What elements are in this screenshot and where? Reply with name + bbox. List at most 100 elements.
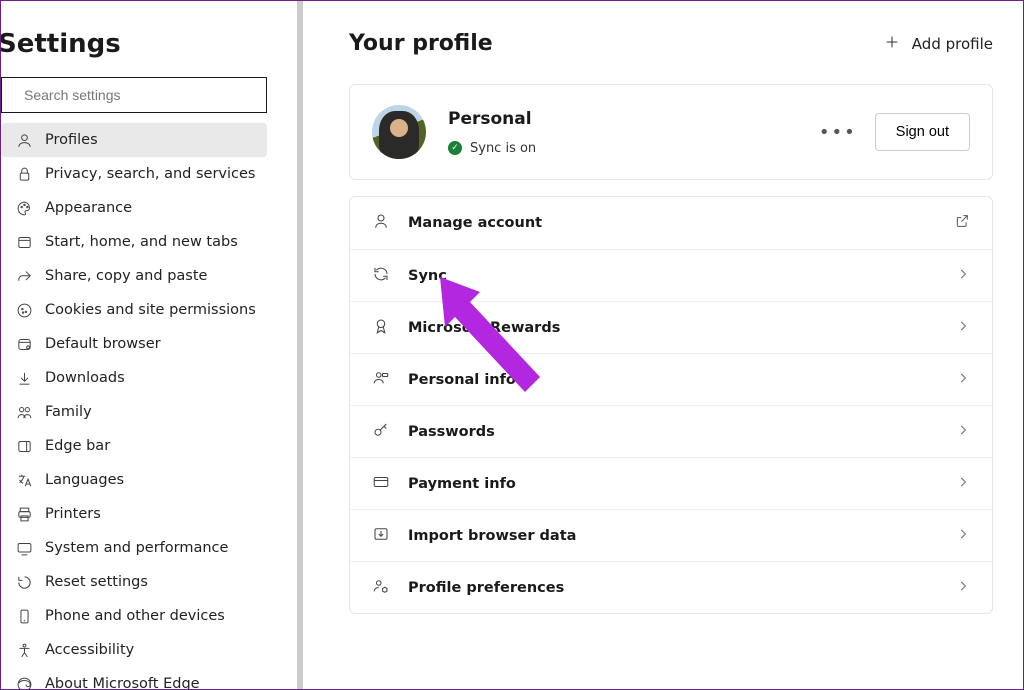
chevron-right-icon: [956, 475, 970, 493]
sidebar-item-label: Start, home, and new tabs: [45, 234, 238, 250]
sidebar-item-label: About Microsoft Edge: [45, 676, 200, 689]
manage-account-icon: [372, 212, 390, 234]
sidebar-item-privacy[interactable]: Privacy, search, and services: [1, 157, 267, 191]
sidebar-item-label: Privacy, search, and services: [45, 166, 255, 182]
sidebar-item-label: Profiles: [45, 132, 98, 148]
external-link-icon: [954, 213, 970, 233]
profile-menu-card: Manage account Sync Microsoft Rewards Pe…: [349, 196, 993, 614]
browser-icon: [15, 336, 33, 353]
sidebar-item-label: Edge bar: [45, 438, 110, 454]
sidebar-item-accessibility[interactable]: Accessibility: [1, 633, 267, 667]
content-area: Your profile Add profile Personal ✓ Sync…: [303, 1, 1023, 689]
profile-icon: [15, 132, 33, 149]
menu-import[interactable]: Import browser data: [350, 509, 992, 561]
sidebar-item-label: Cookies and site permissions: [45, 302, 256, 318]
sync-check-icon: ✓: [448, 141, 462, 155]
search-input[interactable]: [24, 87, 254, 103]
plus-icon: [884, 34, 900, 54]
chevron-right-icon: [956, 371, 970, 389]
sidebar-item-edge-bar[interactable]: Edge bar: [1, 429, 267, 463]
menu-label: Passwords: [408, 424, 938, 440]
avatar: [372, 105, 426, 159]
add-profile-label: Add profile: [912, 35, 993, 53]
sidebar-item-family[interactable]: Family: [1, 395, 267, 429]
menu-personal-info[interactable]: Personal info: [350, 353, 992, 405]
sidebar-item-cookies[interactable]: Cookies and site permissions: [1, 293, 267, 327]
sidebar-item-languages[interactable]: Languages: [1, 463, 267, 497]
sidebar-item-label: System and performance: [45, 540, 228, 556]
sidebar-item-appearance[interactable]: Appearance: [1, 191, 267, 225]
more-actions-button[interactable]: •••: [819, 122, 857, 143]
rewards-icon: [372, 317, 390, 339]
sidebar-item-label: Phone and other devices: [45, 608, 225, 624]
cookie-icon: [15, 302, 33, 319]
sidebar-item-start[interactable]: Start, home, and new tabs: [1, 225, 267, 259]
lock-icon: [15, 166, 33, 183]
chevron-right-icon: [956, 267, 970, 285]
menu-manage-account[interactable]: Manage account: [350, 197, 992, 249]
sidebar-item-about[interactable]: About Microsoft Edge: [1, 667, 267, 689]
sidebar-item-label: Default browser: [45, 336, 161, 352]
add-profile-button[interactable]: Add profile: [884, 34, 993, 54]
menu-rewards[interactable]: Microsoft Rewards: [350, 301, 992, 353]
printer-icon: [15, 506, 33, 523]
menu-label: Manage account: [408, 215, 936, 231]
palette-icon: [15, 200, 33, 217]
menu-profile-preferences[interactable]: Profile preferences: [350, 561, 992, 613]
sidebar-item-label: Downloads: [45, 370, 125, 386]
sidebar-item-label: Languages: [45, 472, 124, 488]
profile-card: Personal ✓ Sync is on ••• Sign out: [349, 84, 993, 180]
import-icon: [372, 525, 390, 547]
chevron-right-icon: [956, 579, 970, 597]
menu-label: Import browser data: [408, 528, 938, 544]
sign-out-button[interactable]: Sign out: [875, 113, 970, 151]
chevron-right-icon: [956, 423, 970, 441]
reset-icon: [15, 574, 33, 591]
accessibility-icon: [15, 642, 33, 659]
sync-icon: [372, 265, 390, 287]
download-icon: [15, 370, 33, 387]
menu-sync[interactable]: Sync: [350, 249, 992, 301]
sidebar-nav: Profiles Privacy, search, and services A…: [1, 123, 297, 689]
key-icon: [372, 421, 390, 443]
sidebar-item-label: Reset settings: [45, 574, 148, 590]
card-icon: [372, 473, 390, 495]
menu-label: Personal info: [408, 372, 938, 388]
sidebar-item-label: Appearance: [45, 200, 132, 216]
share-icon: [15, 268, 33, 285]
menu-payment-info[interactable]: Payment info: [350, 457, 992, 509]
chevron-right-icon: [956, 319, 970, 337]
settings-sidebar: Settings Profiles Privacy, search, and s…: [1, 1, 303, 689]
phone-icon: [15, 608, 33, 625]
family-icon: [15, 404, 33, 421]
edge-logo-icon: [15, 676, 33, 690]
search-box[interactable]: [1, 77, 267, 113]
sidebar-item-downloads[interactable]: Downloads: [1, 361, 267, 395]
sidebar-item-system[interactable]: System and performance: [1, 531, 267, 565]
menu-label: Microsoft Rewards: [408, 320, 938, 336]
sidebar-item-printers[interactable]: Printers: [1, 497, 267, 531]
sidebar-item-share[interactable]: Share, copy and paste: [1, 259, 267, 293]
home-tab-icon: [15, 234, 33, 251]
preferences-icon: [372, 577, 390, 599]
sidebar-item-phone[interactable]: Phone and other devices: [1, 599, 267, 633]
sidebar-item-reset[interactable]: Reset settings: [1, 565, 267, 599]
menu-passwords[interactable]: Passwords: [350, 405, 992, 457]
sync-status-text: Sync is on: [470, 141, 536, 156]
sidebar-item-default-browser[interactable]: Default browser: [1, 327, 267, 361]
menu-label: Profile preferences: [408, 580, 938, 596]
settings-title: Settings: [1, 19, 297, 77]
menu-label: Sync: [408, 268, 938, 284]
languages-icon: [15, 472, 33, 489]
sidebar-item-profiles[interactable]: Profiles: [1, 123, 267, 157]
chevron-right-icon: [956, 527, 970, 545]
sidebar-item-label: Share, copy and paste: [45, 268, 207, 284]
sidebar-item-label: Family: [45, 404, 92, 420]
edgebar-icon: [15, 438, 33, 455]
sync-status: ✓ Sync is on: [448, 141, 819, 156]
sidebar-item-label: Accessibility: [45, 642, 134, 658]
system-icon: [15, 540, 33, 557]
sidebar-item-label: Printers: [45, 506, 101, 522]
content-header: Your profile Add profile: [349, 31, 993, 56]
personal-info-icon: [372, 369, 390, 391]
